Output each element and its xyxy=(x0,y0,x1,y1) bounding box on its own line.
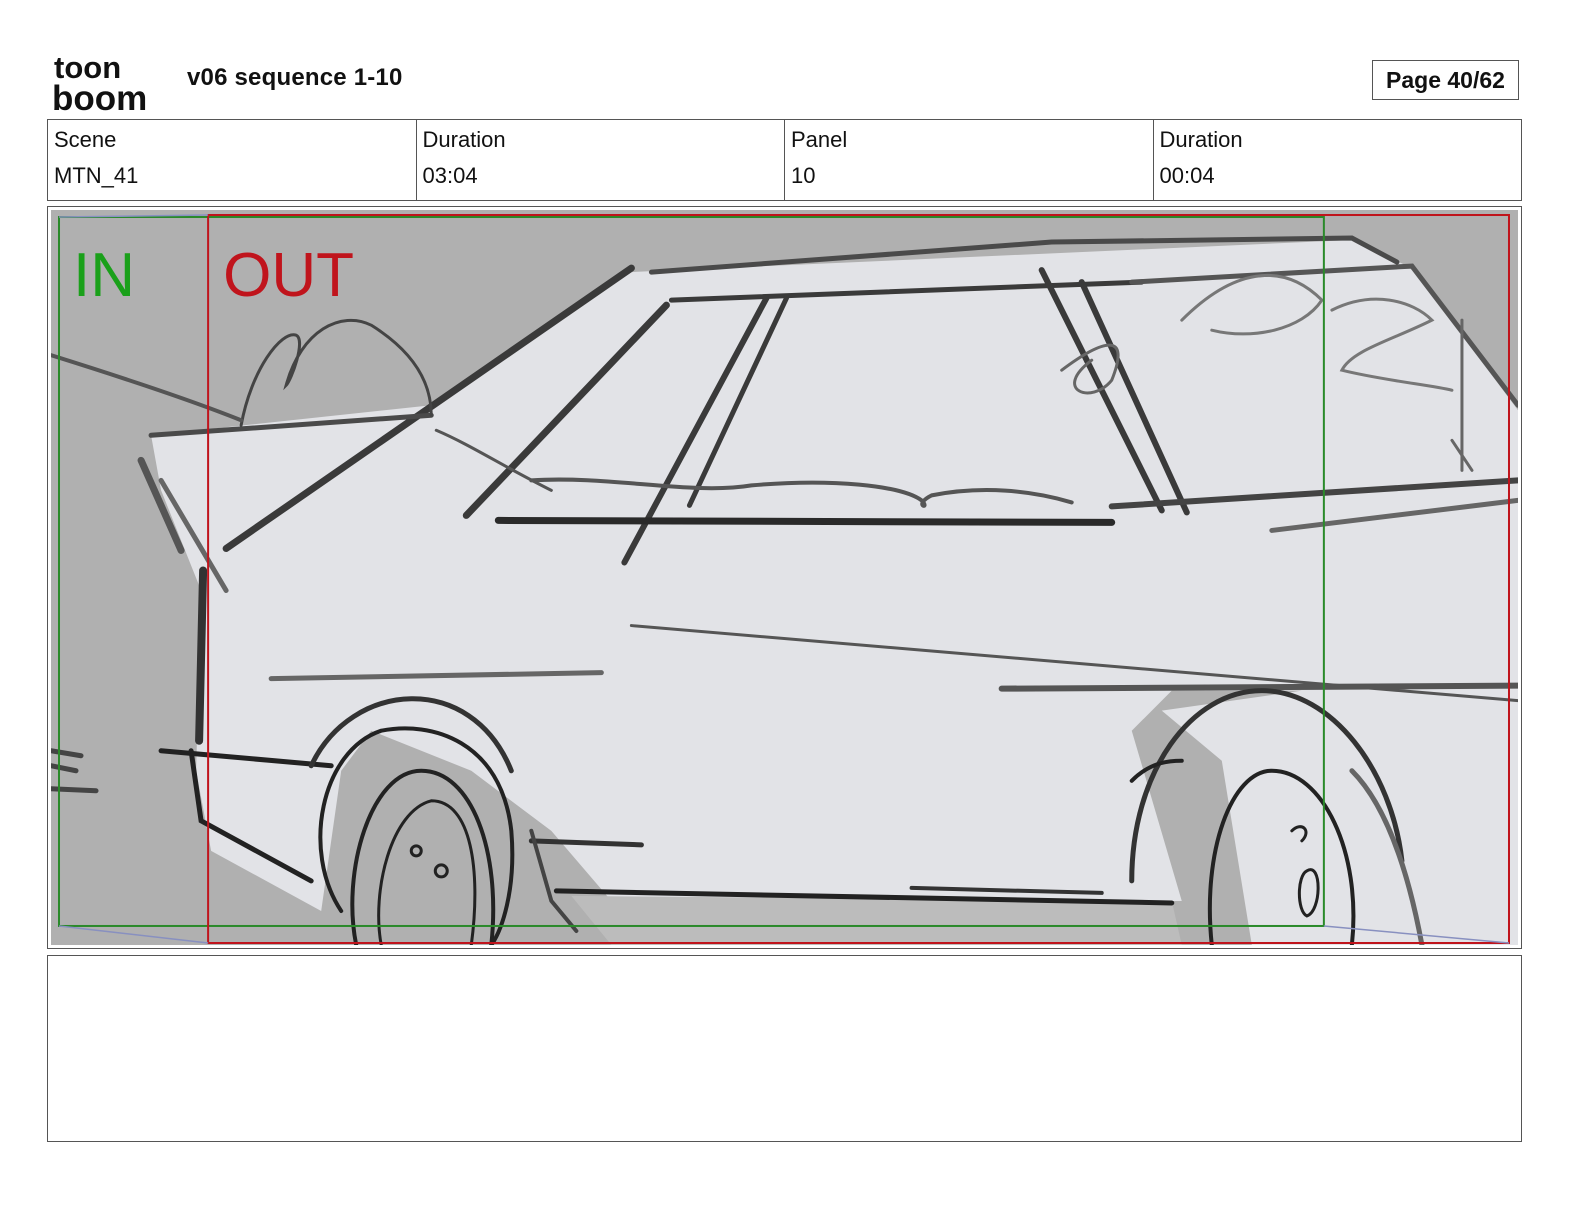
scene-cell: Scene MTN_41 xyxy=(48,120,416,200)
scene-duration-label: Duration xyxy=(422,127,506,152)
sequence-title: v06 sequence 1-10 xyxy=(187,64,403,91)
page-indicator: Page 40/62 xyxy=(1372,60,1519,100)
panel-cell: Panel 10 xyxy=(784,120,1153,200)
panel-duration-cell: Duration 00:04 xyxy=(1152,120,1522,200)
panel-info-table: Scene MTN_41 Duration 03:04 Panel 10 Dur… xyxy=(47,119,1522,201)
panel-duration-label: Duration xyxy=(1159,127,1243,152)
toonboom-logo: toon boom xyxy=(52,50,147,112)
scene-duration-cell: Duration 03:04 xyxy=(415,120,785,200)
panel-duration-value: 00:04 xyxy=(1159,163,1215,188)
panel-label: Panel xyxy=(791,127,848,152)
scene-duration-value: 03:04 xyxy=(422,163,478,188)
panel-sketch: IN OUT xyxy=(51,210,1518,945)
panel-notes-box xyxy=(47,955,1522,1142)
in-label: IN xyxy=(73,241,135,310)
panel-value: 10 xyxy=(791,163,816,188)
scene-value: MTN_41 xyxy=(54,163,139,188)
storyboard-panel: IN OUT xyxy=(47,206,1522,949)
scene-label: Scene xyxy=(54,127,117,152)
out-label: OUT xyxy=(223,241,354,310)
logo-line-2: boom xyxy=(52,79,147,112)
